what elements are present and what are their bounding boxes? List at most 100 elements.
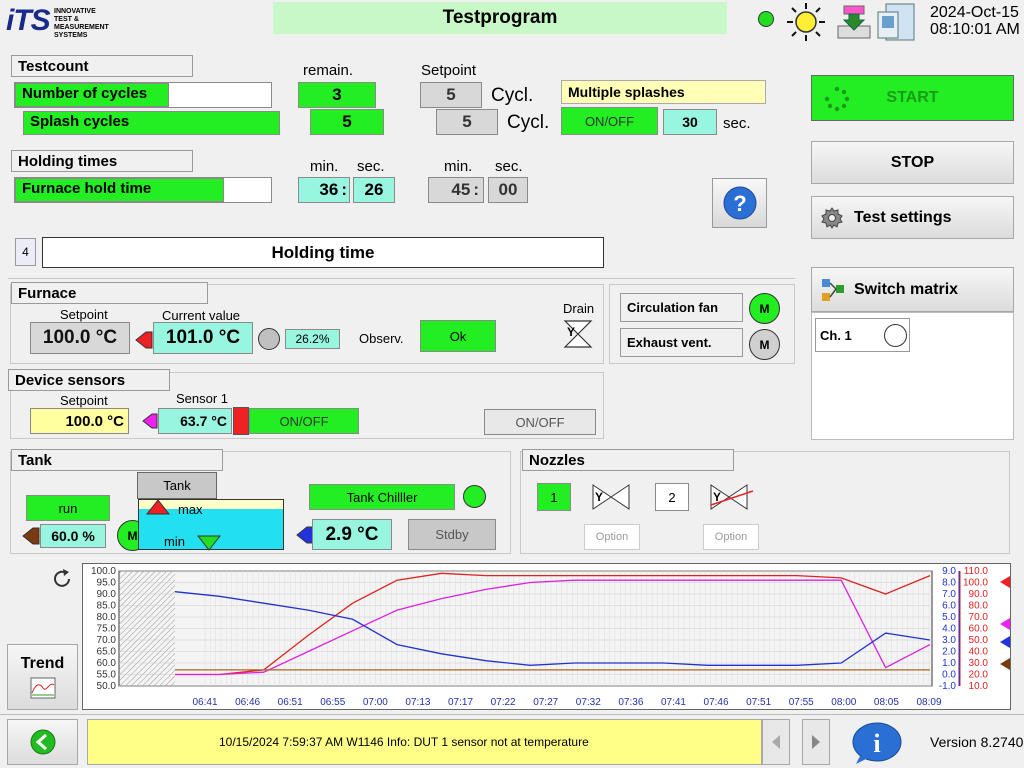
stop-button[interactable]: STOP [811,141,1014,184]
svg-text:i: i [873,729,880,758]
step-number: 4 [15,238,36,266]
message-next-button[interactable] [802,719,830,765]
spinner-icon [824,86,850,112]
splash-onoff-button[interactable]: ON/OFF [561,107,658,135]
device-setpoint-label: Setpoint [60,393,108,408]
divider [8,278,795,279]
nozzle-2-y: Y [713,490,722,504]
x-tick-label: 07:17 [448,697,473,708]
y2-tick-label: 5.0 [942,612,956,623]
y2-tick-label: 6.0 [942,601,956,612]
message-text: 10/15/2024 7:59:37 AM W1146 Info: DUT 1 … [219,735,589,749]
sensor-label: Sensor 1 [176,391,229,406]
back-button[interactable] [7,719,78,765]
device-setpoint[interactable]: 100.0 °C [30,408,129,434]
y2-tick-label: 3.0 [942,635,956,646]
hold-remain-min: 36: [298,177,350,203]
nozzle-2-option[interactable]: Option [703,524,759,550]
refresh-icon[interactable] [50,567,74,591]
x-tick-label: 07:13 [405,697,430,708]
hold-set-sec[interactable]: 00 [488,177,528,203]
trend-button[interactable]: Trend [7,644,78,710]
x-tick-label: 06:55 [320,697,345,708]
test-settings-button[interactable]: Test settings [811,196,1014,239]
y-tick-label: 75.0 [97,624,117,635]
its-logo: iTS INNOVATIVE TEST & MEASUREMENT SYSTEM… [6,4,116,42]
y-tick-label: 65.0 [97,647,117,658]
x-tick-label: 06:41 [192,697,217,708]
message-prev-button[interactable] [762,719,790,765]
run-button[interactable]: run [26,495,110,521]
tank-level: 60.0 % [40,524,106,548]
y2-tick-label: 2.0 [942,647,956,658]
y2-tick-label: 1.0 [942,658,956,669]
device-header: Device sensors [8,369,170,391]
trend-chart[interactable]: 100.0 9.0 110.0 95.0 8.0 100.0 90.0 7.0 90.0 85.0… [82,563,1011,710]
furnace-setpoint[interactable]: 100.0 °C [30,322,130,354]
info-icon[interactable]: i [850,720,904,764]
setpoint-label: Setpoint [421,62,477,79]
device-onoff-2-button[interactable]: ON/OFF [484,409,596,435]
y2-tick-label: -1.0 [939,681,957,692]
ok-button[interactable]: Ok [420,320,496,352]
cycles-remain: 3 [298,82,376,108]
trend-icon [30,677,55,699]
device-icon[interactable] [876,2,916,42]
nozzle-1-y: Y [595,490,604,504]
furnace-hold-label: Furnace hold time [15,178,224,202]
chevron-right-icon [812,735,820,749]
lamp-icon[interactable] [786,2,826,42]
stdby-button[interactable]: Stdby [408,519,496,550]
sensor-red-block [233,407,249,435]
y3-tick-label: 30.0 [969,658,989,669]
tank-label-button[interactable]: Tank [137,472,217,499]
splash-label: Splash cycles [23,111,280,135]
exhaust-vent-label: Exhaust vent. [620,328,743,357]
sensor-onoff-button[interactable]: ON/OFF [249,408,359,434]
y3-tick-label: 90.0 [969,589,989,600]
x-tick-label: 07:00 [363,697,388,708]
splash-remain: 5 [310,109,384,135]
y3-tick-label: 10.0 [969,681,989,692]
chiller-button[interactable]: Tank Chilller [309,484,455,510]
datetime: 2024-Oct-15 08:10:01 AM [930,4,1020,38]
cycles-setpoint[interactable]: 5 [420,82,482,108]
circulation-fan-label: Circulation fan [620,293,743,322]
hold-set-min[interactable]: 45: [428,177,484,203]
nozzle-1-option[interactable]: Option [584,524,640,550]
min-label-1: min. [310,158,339,175]
furnace-header: Furnace [11,282,208,304]
y-tick-label: 80.0 [97,612,117,623]
export-icon[interactable] [836,4,872,40]
splash-seconds[interactable]: 30 [663,109,717,135]
splash-sec-unit: sec. [723,115,751,132]
network-icon [822,278,844,301]
x-tick-label: 07:46 [704,697,729,708]
x-tick-label: 07:36 [618,697,643,708]
y2-tick-label: 7.0 [942,589,956,600]
testcount-header: Testcount [11,55,193,77]
switch-label: Switch matrix [854,280,959,298]
y2-tick-label: 4.0 [942,624,956,635]
x-tick-label: 08:05 [874,697,899,708]
nozzle-1-button[interactable]: 1 [537,483,571,511]
sensor-value: 63.7 °C [158,408,232,434]
remain-label: remain. [303,62,354,79]
start-button[interactable]: START [811,75,1014,121]
message-bar: 10/15/2024 7:59:37 AM W1146 Info: DUT 1 … [87,719,762,765]
switch-matrix-button[interactable]: Switch matrix [811,267,1014,312]
drain-y: Y [567,325,576,339]
splash-setpoint[interactable]: 5 [436,109,498,135]
x-tick-label: 08:00 [831,697,856,708]
help-button[interactable]: ? [712,178,767,228]
x-tick-label: 07:51 [746,697,771,708]
chiller-led [463,485,486,508]
channel-box[interactable]: Ch. 1 [815,318,910,352]
nozzle-2-button[interactable]: 2 [655,483,689,511]
y3-tick-label: 80.0 [969,601,989,612]
exhaust-vent-motor[interactable]: M [749,329,780,360]
x-tick-label: 07:32 [576,697,601,708]
y2-tick-label: 9.0 [942,566,956,577]
y-tick-label: 90.0 [97,589,117,600]
circulation-fan-motor[interactable]: M [749,293,780,324]
